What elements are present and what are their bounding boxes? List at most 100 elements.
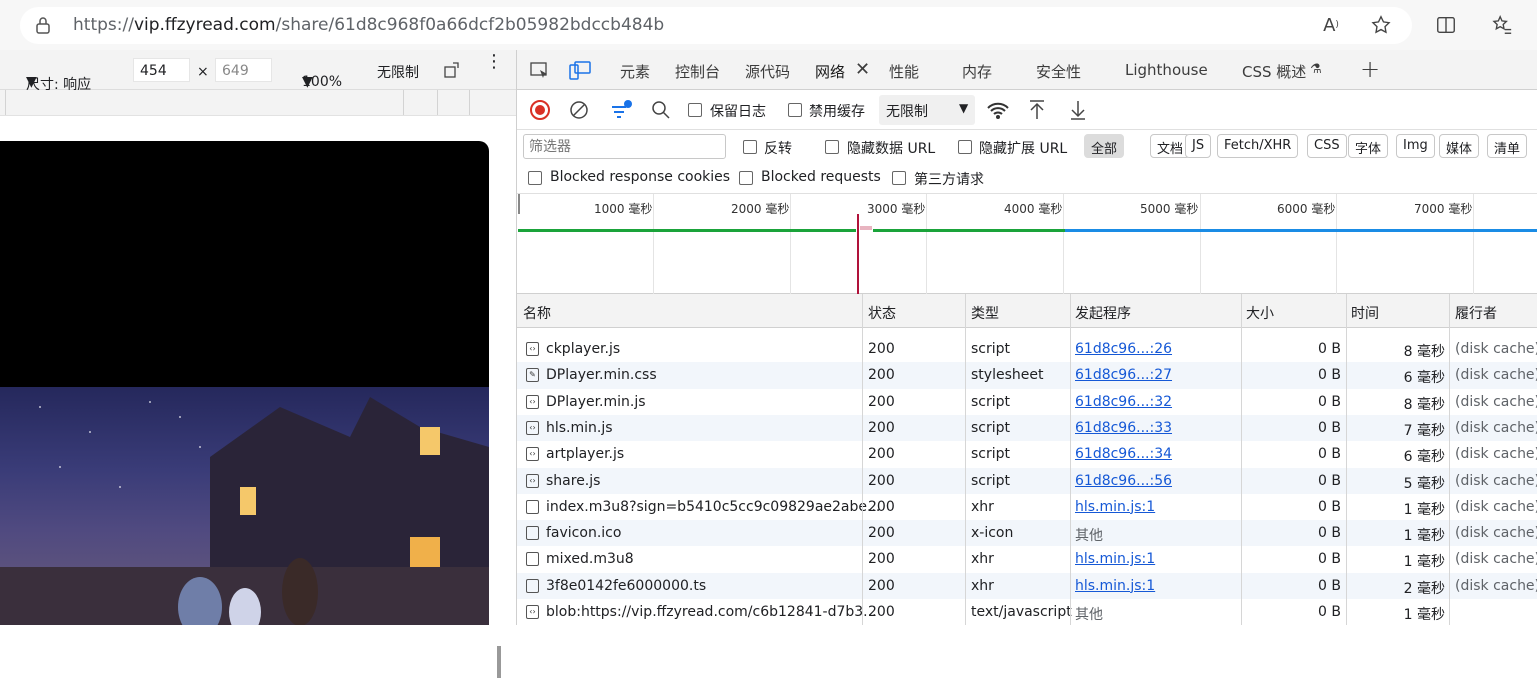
filter-doc-button[interactable]: 文档 bbox=[1150, 134, 1191, 158]
tab-network[interactable]: 网络 bbox=[815, 61, 845, 82]
initiator-link[interactable]: 61d8c96...:26 bbox=[1075, 341, 1172, 357]
wifi-settings-icon[interactable] bbox=[986, 100, 1010, 122]
tab-css-overview[interactable]: CSS 概述 bbox=[1242, 61, 1306, 82]
import-har-icon[interactable] bbox=[1026, 99, 1048, 121]
third-party-checkbox[interactable] bbox=[892, 171, 906, 185]
device-toggle-icon[interactable] bbox=[569, 60, 591, 82]
url-text[interactable]: https://vip.ffzyread.com/share/61d8c968f… bbox=[73, 15, 664, 35]
blocked-cookies-checkbox[interactable] bbox=[528, 171, 542, 185]
initiator-link[interactable]: hls.min.js:1 bbox=[1075, 499, 1155, 515]
filter-css-button[interactable]: CSS bbox=[1307, 134, 1347, 158]
preserve-log-checkbox[interactable] bbox=[688, 103, 702, 117]
col-size[interactable]: 大小 bbox=[1246, 303, 1274, 323]
request-time: 1 毫秒 bbox=[1403, 501, 1445, 518]
split-screen-icon[interactable] bbox=[1434, 13, 1458, 37]
request-initiator[interactable]: 61d8c96...:32 bbox=[1075, 394, 1172, 410]
request-status: 200 bbox=[868, 446, 895, 463]
request-size: 0 B bbox=[1318, 393, 1341, 410]
col-type[interactable]: 类型 bbox=[971, 303, 999, 323]
table-row[interactable]: ✎ DPlayer.min.css 200 stylesheet 61d8c96...:… bbox=[517, 362, 1537, 389]
request-initiator[interactable]: 61d8c96...:27 bbox=[1075, 367, 1172, 383]
request-name: DPlayer.min.js bbox=[546, 393, 646, 410]
initiator-link[interactable]: 61d8c96...:33 bbox=[1075, 420, 1172, 436]
filter-font-button[interactable]: 字体 bbox=[1348, 134, 1389, 158]
table-row[interactable]: ‹› ckplayer.js 200 script 61d8c96...:26 0 B 8 … bbox=[517, 336, 1537, 362]
request-initiator[interactable]: 61d8c96...:26 bbox=[1075, 341, 1172, 357]
tab-console[interactable]: 控制台 bbox=[675, 61, 720, 82]
favorite-icon[interactable] bbox=[1369, 13, 1393, 37]
initiator-link[interactable]: 61d8c96...:34 bbox=[1075, 446, 1172, 462]
request-time: 6 毫秒 bbox=[1403, 370, 1445, 387]
filter-icon[interactable] bbox=[609, 98, 633, 122]
request-status: 200 bbox=[868, 393, 895, 410]
resize-handle[interactable] bbox=[497, 646, 501, 678]
request-size: 0 B bbox=[1318, 472, 1341, 489]
filter-media-button[interactable]: 媒体 bbox=[1439, 134, 1480, 158]
table-row[interactable]: ‹› artplayer.js 200 script 61d8c96...:34 0 B 6… bbox=[517, 441, 1537, 467]
close-tab-icon[interactable]: ✕ bbox=[855, 59, 870, 80]
initiator-link[interactable]: hls.min.js:1 bbox=[1075, 578, 1155, 594]
filter-input[interactable] bbox=[523, 134, 726, 159]
table-row[interactable]: mixed.m3u8 200 xhr hls.min.js:1 0 B 1 毫秒 (disk… bbox=[517, 546, 1537, 572]
table-row[interactable]: ‹› DPlayer.min.js 200 script 61d8c96...:32 0 … bbox=[517, 389, 1537, 415]
table-row[interactable]: ‹› share.js 200 script 61d8c96...:56 0 B 5 毫秒 (… bbox=[517, 467, 1537, 494]
filter-manifest-button[interactable]: 清单 bbox=[1487, 134, 1528, 158]
video-player[interactable] bbox=[0, 141, 489, 625]
col-name[interactable]: 名称 bbox=[523, 303, 551, 323]
lock-icon[interactable] bbox=[34, 16, 52, 34]
filter-all-button[interactable]: 全部 bbox=[1084, 134, 1125, 158]
table-row[interactable]: ‹› hls.min.js 200 script 61d8c96...:33 0 B 7 毫… bbox=[517, 414, 1537, 442]
read-aloud-icon[interactable]: A) bbox=[1320, 14, 1342, 36]
clear-icon[interactable] bbox=[568, 99, 590, 121]
rotate-icon[interactable] bbox=[443, 61, 461, 79]
network-overview[interactable]: 1000 毫秒 2000 毫秒 3000 毫秒 4000 毫秒 5000 毫秒 … bbox=[517, 194, 1537, 294]
address-bar[interactable]: https://vip.ffzyread.com/share/61d8c968f… bbox=[20, 7, 1412, 44]
throttle-dropdown[interactable]: 无限制 bbox=[377, 62, 419, 82]
initiator-link[interactable]: hls.min.js:1 bbox=[1075, 551, 1155, 567]
request-initiator[interactable]: 61d8c96...:56 bbox=[1075, 473, 1172, 489]
request-initiator[interactable]: 61d8c96...:33 bbox=[1075, 420, 1172, 436]
request-time: 1 毫秒 bbox=[1403, 554, 1445, 571]
request-size: 0 B bbox=[1318, 446, 1341, 463]
col-fulfilled[interactable]: 履行者 bbox=[1455, 303, 1497, 323]
invert-checkbox[interactable] bbox=[743, 140, 757, 154]
col-initiator[interactable]: 发起程序 bbox=[1075, 303, 1131, 323]
table-row[interactable]: 3f8e0142fe6000000.ts 200 xhr hls.min.js:1 0 … bbox=[517, 572, 1537, 599]
request-initiator[interactable]: hls.min.js:1 bbox=[1075, 499, 1155, 515]
request-initiator[interactable]: hls.min.js:1 bbox=[1075, 578, 1155, 594]
search-icon[interactable] bbox=[650, 99, 672, 121]
initiator-link[interactable]: 61d8c96...:27 bbox=[1075, 367, 1172, 383]
col-time[interactable]: 时间 bbox=[1351, 303, 1379, 323]
width-input[interactable]: 454 bbox=[133, 58, 190, 82]
table-row[interactable]: favicon.ico 200 x-icon 其他 0 B 1 毫秒 (disk cache… bbox=[517, 520, 1537, 547]
tab-memory[interactable]: 内存 bbox=[962, 61, 992, 82]
tab-lighthouse[interactable]: Lighthouse bbox=[1125, 61, 1208, 79]
tab-performance[interactable]: 性能 bbox=[889, 61, 919, 82]
more-options-icon[interactable]: ⋮ bbox=[485, 53, 503, 71]
blocked-requests-checkbox[interactable] bbox=[739, 171, 753, 185]
request-initiator[interactable]: hls.min.js:1 bbox=[1075, 551, 1155, 567]
add-tab-icon[interactable]: + bbox=[1360, 55, 1380, 83]
filter-js-button[interactable]: JS bbox=[1185, 134, 1212, 158]
height-input[interactable]: 649 bbox=[215, 58, 272, 82]
hide-ext-url-checkbox[interactable] bbox=[958, 140, 972, 154]
table-row[interactable]: ‹› blob:https://vip.ffzyread.com/c6b12841… bbox=[517, 599, 1537, 625]
filter-img-button[interactable]: Img bbox=[1396, 134, 1435, 158]
throttle-select[interactable]: 无限制 ▼ bbox=[879, 95, 975, 125]
tab-sources[interactable]: 源代码 bbox=[745, 61, 790, 82]
initiator-link[interactable]: 61d8c96...:56 bbox=[1075, 473, 1172, 489]
tab-elements[interactable]: 元素 bbox=[620, 61, 650, 82]
request-initiator[interactable]: 61d8c96...:34 bbox=[1075, 446, 1172, 462]
tab-security[interactable]: 安全性 bbox=[1036, 61, 1081, 82]
export-har-icon[interactable] bbox=[1067, 99, 1089, 121]
favorites-list-icon[interactable] bbox=[1490, 13, 1514, 37]
table-row[interactable]: index.m3u8?sign=b5410c5cc9c09829ae2abe..… bbox=[517, 494, 1537, 520]
inspect-element-icon[interactable] bbox=[529, 61, 551, 81]
disable-cache-checkbox[interactable] bbox=[788, 103, 802, 117]
record-icon[interactable] bbox=[529, 99, 551, 121]
col-status[interactable]: 状态 bbox=[868, 303, 896, 323]
filter-fetch-xhr-button[interactable]: Fetch/XHR bbox=[1217, 134, 1299, 158]
overview-tick: 3000 毫秒 bbox=[867, 202, 926, 216]
hide-data-url-checkbox[interactable] bbox=[825, 140, 839, 154]
initiator-link[interactable]: 61d8c96...:32 bbox=[1075, 394, 1172, 410]
